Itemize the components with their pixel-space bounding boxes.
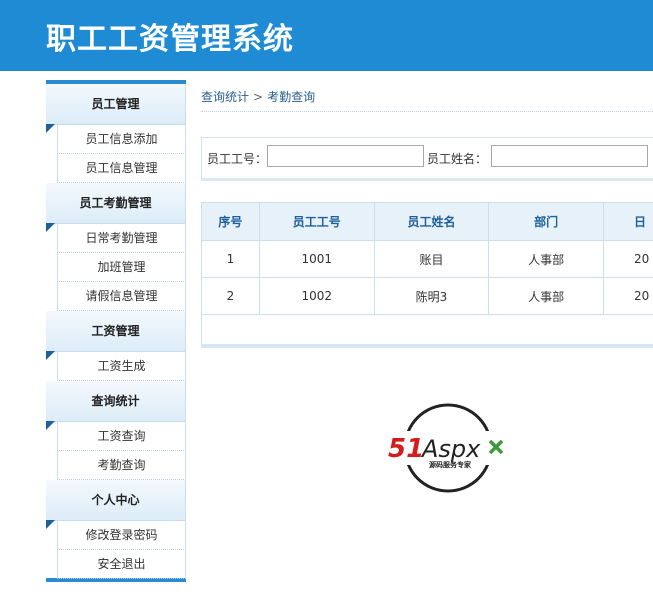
sidebar-item-leave[interactable]: 请假信息管理 <box>57 282 186 311</box>
cell-department: 人事部 <box>488 240 604 278</box>
sidebar-item-add-employee[interactable]: 员工信息添加 <box>57 125 186 154</box>
corner-marker-icon <box>46 520 55 529</box>
svg-text:51: 51 <box>388 434 424 464</box>
sidebar-group-employee[interactable]: 员工管理 <box>46 84 186 133</box>
cell-emp-name: 账目 <box>373 240 490 278</box>
cell-index: 1 <box>201 240 260 278</box>
sidebar-item-generate-salary[interactable]: 工资生成 <box>57 352 186 381</box>
col-header-index: 序号 <box>201 202 260 241</box>
sidebar-group-label: 个人中心 <box>91 493 140 507</box>
sidebar-item-change-password[interactable]: 修改登录密码 <box>57 521 186 550</box>
col-header-emp-id: 员工工号 <box>258 202 375 241</box>
table-row[interactable]: 1 1001 账目 人事部 20 <box>201 240 653 278</box>
corner-marker-icon <box>46 223 55 232</box>
breadcrumb-current: 考勤查询 <box>267 90 316 104</box>
corner-marker-icon <box>46 421 55 430</box>
cell-date: 20 <box>602 240 653 278</box>
sidebar-group-label: 查询统计 <box>91 394 140 408</box>
corner-marker-icon <box>46 124 55 133</box>
emp-id-input[interactable] <box>267 145 424 167</box>
app-header: 职工工资管理系统 <box>0 0 653 71</box>
sidebar-group-salary[interactable]: 工资管理 <box>46 311 186 360</box>
emp-id-label: 员工工号： <box>207 152 268 166</box>
breadcrumb: 查询统计 > 考勤查询 <box>201 89 653 112</box>
sidebar-item-logout[interactable]: 安全退出 <box>57 550 186 579</box>
sidebar-item-manage-employee[interactable]: 员工信息管理 <box>57 154 186 183</box>
cell-emp-id: 1001 <box>258 240 375 278</box>
sidebar-item-salary-query[interactable]: 工资查询 <box>57 422 186 451</box>
sidebar-group-query[interactable]: 查询统计 <box>46 381 186 430</box>
svg-text:源码服务专家: 源码服务专家 <box>429 460 472 469</box>
51aspx-logo: 51 Aspx 源码服务专家 <box>388 403 514 493</box>
sidebar-group-label: 工资管理 <box>91 324 140 338</box>
breadcrumb-separator: > <box>253 90 264 104</box>
col-header-emp-name: 员工姓名 <box>373 202 490 241</box>
attendance-table: 序号 员工工号 员工姓名 部门 日 1 1001 账目 人事部 20 2 100… <box>201 202 653 348</box>
table-header-row: 序号 员工工号 员工姓名 部门 日 <box>201 202 653 241</box>
table-footer-area <box>201 308 653 344</box>
emp-name-label: 员工姓名： <box>427 152 488 166</box>
sidebar-group-attendance[interactable]: 员工考勤管理 <box>46 183 186 232</box>
sidebar-item-daily-attendance[interactable]: 日常考勤管理 <box>57 224 186 253</box>
sidebar-group-label: 员工考勤管理 <box>79 196 152 210</box>
sidebar-item-overtime[interactable]: 加班管理 <box>57 253 186 282</box>
breadcrumb-parent[interactable]: 查询统计 <box>201 90 249 104</box>
sidebar-item-attendance-query[interactable]: 考勤查询 <box>57 451 186 480</box>
sidebar-group-label: 员工管理 <box>91 97 140 111</box>
app-title: 职工工资管理系统 <box>46 22 294 57</box>
sidebar: 员工管理 员工信息添加 员工信息管理 员工考勤管理 日常考勤管理 加班管理 请假… <box>46 80 186 582</box>
emp-name-input[interactable] <box>491 145 648 167</box>
col-header-department: 部门 <box>488 202 604 241</box>
col-header-date: 日 <box>602 202 653 241</box>
corner-marker-icon <box>46 351 55 360</box>
svg-text:Aspx: Aspx <box>420 435 481 463</box>
search-bar: 员工工号： 员工姓名： <box>201 137 653 181</box>
sidebar-group-personal[interactable]: 个人中心 <box>46 480 186 529</box>
